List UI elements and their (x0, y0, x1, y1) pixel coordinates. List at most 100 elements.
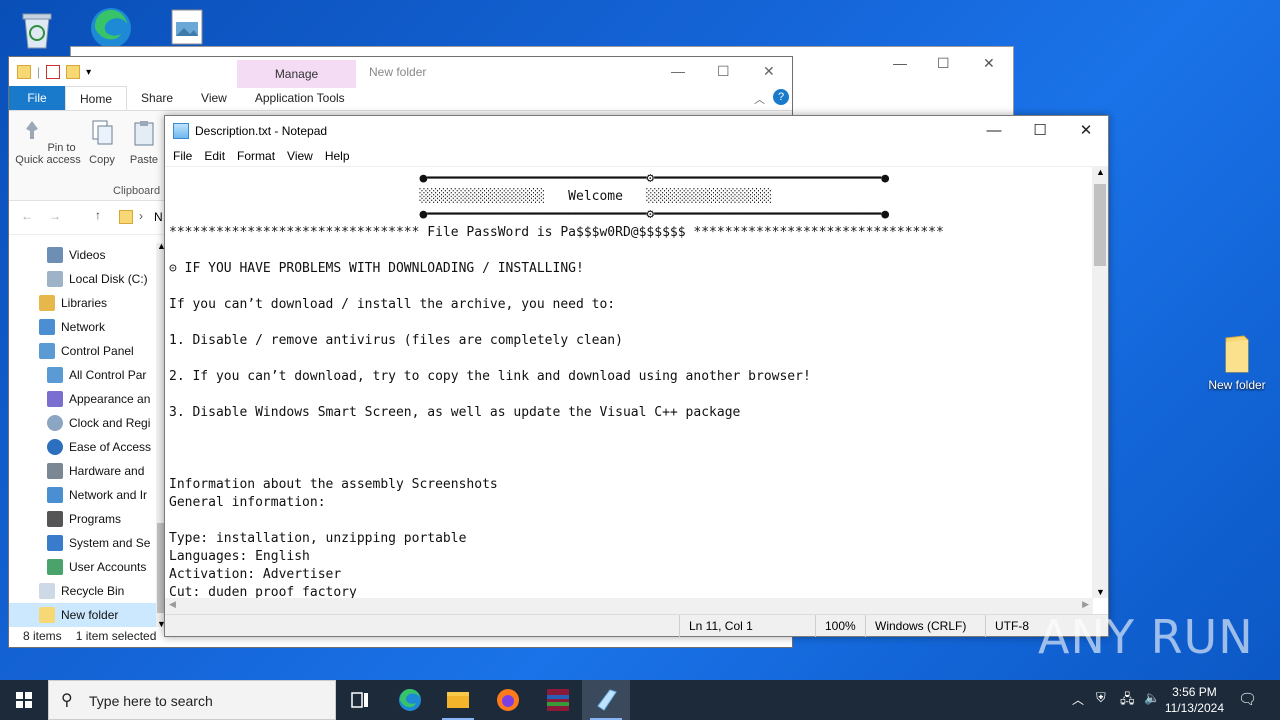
system-icon (47, 535, 63, 551)
document-text[interactable]: ●━━━━━━━━━━━━━━━━━━━━━━━━━━━━⚙━━━━━━━━━━… (165, 167, 1093, 598)
navigation-pane: Videos Local Disk (C:) Libraries Network… (9, 243, 165, 627)
security-icon[interactable]: ⛨ (1096, 690, 1106, 706)
nav-label: Ease of Access (69, 440, 152, 454)
notification-icon[interactable]: 🗨 (1238, 690, 1257, 708)
tab-file[interactable]: File (9, 86, 65, 110)
nav-item-clock[interactable]: Clock and Regi (9, 411, 165, 435)
nav-item-hardware[interactable]: Hardware and (9, 459, 165, 483)
nav-item-user-accounts[interactable]: User Accounts (9, 555, 165, 579)
pin-to-quick-access-button[interactable]: Pin to Quick access (13, 119, 83, 166)
tab-share[interactable]: Share (127, 86, 187, 110)
start-button[interactable] (0, 680, 48, 720)
scroll-down-icon[interactable]: ▼ (1096, 587, 1105, 597)
text-editor[interactable]: ●━━━━━━━━━━━━━━━━━━━━━━━━━━━━⚙━━━━━━━━━━… (165, 166, 1093, 598)
separator (815, 615, 816, 637)
menu-edit[interactable]: Edit (198, 149, 231, 163)
up-icon[interactable]: ↑ (95, 208, 101, 222)
nav-item-all-control-panel[interactable]: All Control Par (9, 363, 165, 387)
desktop-icon-new-folder[interactable]: New folder (1202, 334, 1272, 392)
menu-file[interactable]: File (167, 149, 198, 163)
minimize-icon[interactable]: — (893, 55, 907, 71)
menu-view[interactable]: View (281, 149, 319, 163)
copy-button[interactable]: Copy (87, 119, 117, 166)
maximize-icon[interactable]: ☐ (937, 55, 950, 72)
menu-help[interactable]: Help (319, 149, 356, 163)
taskbar-winrar[interactable] (534, 680, 582, 720)
nav-item-videos[interactable]: Videos (9, 243, 165, 267)
system-clock[interactable]: 3:56 PM 11/13/2024 (1165, 684, 1224, 716)
nav-item-control-panel[interactable]: Control Panel (9, 339, 165, 363)
forward-icon[interactable]: → (49, 209, 61, 223)
notepad-titlebar: Description.txt - Notepad — ☐ ✕ (165, 116, 1108, 146)
search-icon: ⚲ (61, 692, 73, 709)
breadcrumb[interactable]: N (154, 210, 163, 224)
nav-item-ease-of-access[interactable]: Ease of Access (9, 435, 165, 459)
desktop-icon-edge[interactable] (76, 4, 146, 52)
taskbar-edge[interactable] (386, 680, 434, 720)
maximize-icon[interactable]: ☐ (717, 63, 730, 80)
nav-label: Hardware and (69, 464, 145, 478)
scroll-right-icon[interactable]: ▶ (1082, 599, 1089, 610)
nav-label: System and Se (69, 536, 151, 550)
nav-item-network[interactable]: Network (9, 315, 165, 339)
nav-label: Appearance an (69, 392, 151, 406)
task-view-button[interactable] (336, 680, 384, 720)
nav-item-network-internet[interactable]: Network and Ir (9, 483, 165, 507)
nav-item-recycle-bin[interactable]: Recycle Bin (9, 579, 165, 603)
clipboard-group-label: Clipboard (113, 185, 161, 197)
paste-button[interactable]: Paste (127, 119, 161, 166)
scroll-thumb[interactable] (1094, 184, 1106, 266)
taskbar-firefox[interactable] (484, 680, 532, 720)
copy-label: Copy (89, 154, 115, 166)
nav-label: All Control Par (69, 368, 147, 382)
nav-item-programs[interactable]: Programs (9, 507, 165, 531)
nav-item-new-folder[interactable]: New folder (9, 603, 165, 627)
scroll-up-icon[interactable]: ▲ (1096, 167, 1105, 177)
network-icon[interactable]: 🖧 (1120, 690, 1135, 712)
nav-item-appearance[interactable]: Appearance an (9, 387, 165, 411)
taskbar: ⚲ Type here to search ︿ ⛨ 🖧 🔈 3:56 PM 11… (0, 680, 1280, 720)
chevron-up-icon[interactable]: ︿ (1072, 691, 1084, 708)
menu-format[interactable]: Format (231, 149, 281, 163)
taskbar-search[interactable]: ⚲ Type here to search (48, 680, 336, 720)
minimize-icon[interactable]: — (671, 63, 685, 79)
ribbon-tabs: File Home Share View Application Tools ︿… (9, 86, 792, 111)
network-icon (47, 487, 63, 503)
tab-manage[interactable]: Manage (237, 60, 356, 88)
taskbar-notepad[interactable] (582, 680, 630, 720)
tab-view[interactable]: View (187, 86, 241, 110)
help-icon[interactable]: ? (773, 89, 789, 105)
close-icon[interactable]: ✕ (1063, 116, 1109, 146)
minimize-icon[interactable]: — (971, 116, 1017, 146)
clock-date: 11/13/2024 (1164, 701, 1224, 715)
scroll-left-icon[interactable]: ◀ (169, 599, 176, 610)
separator: | (37, 65, 41, 79)
desktop-icon-recycle-bin[interactable] (2, 8, 72, 54)
maximize-icon[interactable]: ☐ (1017, 116, 1063, 146)
separator (985, 615, 986, 637)
nav-label: Local Disk (C:) (69, 272, 148, 286)
notepad-status-bar: Ln 11, Col 1 100% Windows (CRLF) UTF-8 (165, 614, 1108, 637)
folder-icon[interactable] (17, 65, 31, 79)
nav-item-libraries[interactable]: Libraries (9, 291, 165, 315)
chevron-down-icon[interactable]: ▾ (86, 67, 91, 78)
nav-label: Programs (69, 512, 122, 526)
nav-item-system[interactable]: System and Se (9, 531, 165, 555)
tab-home[interactable]: Home (65, 86, 128, 110)
chevron-up-icon[interactable]: ︿ (754, 91, 765, 107)
close-icon[interactable]: ✕ (983, 55, 995, 72)
vertical-scrollbar[interactable]: ▲ ▼ (1092, 166, 1108, 598)
nav-label: Libraries (61, 296, 108, 310)
close-icon[interactable]: ✕ (763, 63, 775, 80)
tab-application-tools[interactable]: Application Tools (241, 86, 359, 110)
new-folder-icon[interactable] (66, 65, 81, 79)
horizontal-scrollbar[interactable]: ◀ ▶ (165, 598, 1093, 614)
control-panel-icon (47, 367, 63, 383)
back-icon[interactable]: ← (21, 209, 33, 223)
properties-icon[interactable] (46, 65, 61, 79)
breadcrumb-chevron-icon[interactable]: › (139, 209, 143, 223)
desktop-icon-image[interactable] (152, 8, 222, 50)
taskbar-file-explorer[interactable] (434, 680, 482, 720)
volume-icon[interactable]: 🔈 (1144, 690, 1160, 706)
nav-item-local-disk[interactable]: Local Disk (C:) (9, 267, 165, 291)
